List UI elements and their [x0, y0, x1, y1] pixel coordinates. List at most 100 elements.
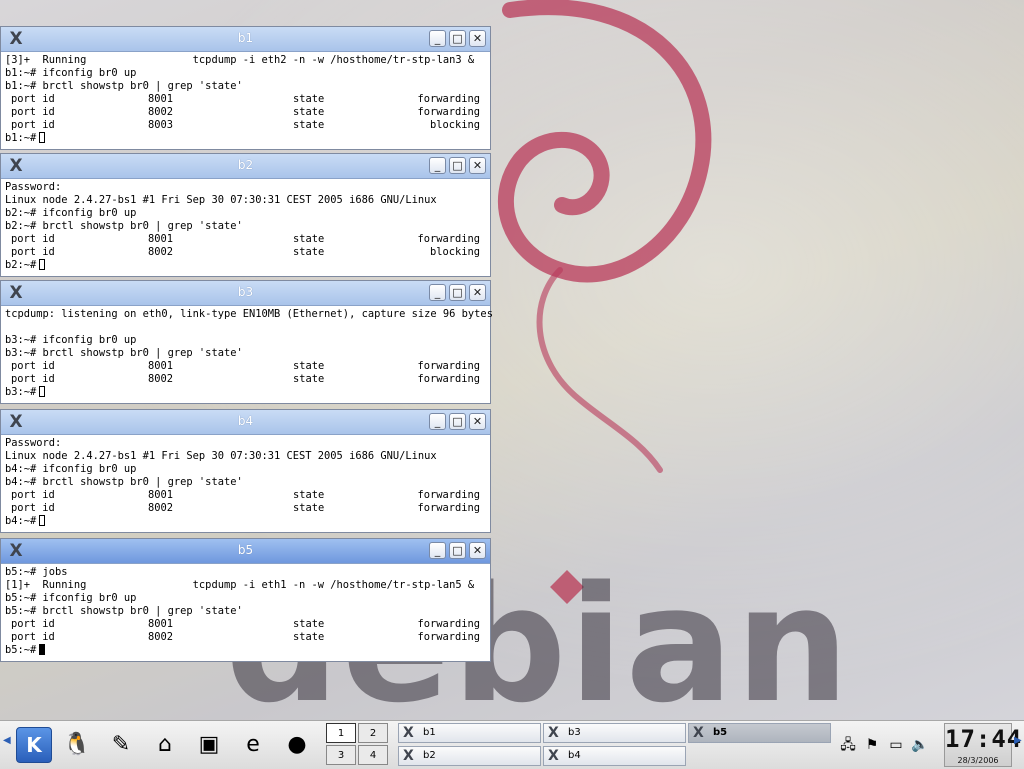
maximize-button[interactable]: □ [449, 284, 466, 301]
terminal-line: b1:~# [5, 132, 486, 145]
terminal-cell: forwarding [417, 631, 480, 643]
terminal-cell: port id [11, 373, 55, 385]
terminal-cell: 8002 [148, 106, 174, 118]
terminal-line: port id 8002 state forwarding [5, 373, 486, 386]
terminal-app-icon: X [548, 748, 559, 764]
taskbar-button-label: b2 [423, 750, 436, 761]
terminal-window-b3[interactable]: Xb3 _ □ ✕ tcpdump: listening on eth0, link-t… [0, 280, 493, 404]
terminal-icon[interactable]: ▣ [192, 727, 226, 761]
display-icon[interactable]: ▭ [886, 736, 906, 754]
terminal-line: b2:~# [5, 259, 486, 272]
terminal-output[interactable]: tcpdump: listening on eth0, link-type EN… [1, 306, 493, 401]
maximize-button[interactable]: □ [449, 157, 466, 174]
terminal-text: b5:~# ifconfig br0 up [5, 592, 137, 604]
pager-desktop-3[interactable]: 3 [326, 745, 356, 765]
terminal-line: b5:~# ifconfig br0 up [5, 592, 486, 605]
terminal-cell: state [293, 489, 325, 501]
terminal-cursor [39, 259, 46, 270]
language-flag-icon[interactable]: ⚑ [862, 736, 882, 754]
terminal-text: Password: [5, 181, 62, 193]
editor-icon[interactable]: ✎ [104, 727, 138, 761]
terminal-window-b4[interactable]: Xb4 _ □ ✕ Password: Linux node 2.4.27-bs1 #1 … [0, 409, 491, 533]
window-titlebar[interactable]: Xb1 _ □ ✕ [1, 27, 490, 52]
terminal-cell: forwarding [417, 618, 480, 630]
terminal-window-b5[interactable]: Xb5 _ □ ✕ b5:~# jobs [1]+ Running tcpdump -i … [0, 538, 491, 662]
pager-desktop-1[interactable]: 1 [326, 723, 356, 743]
window-titlebar[interactable]: Xb3 _ □ ✕ [1, 281, 490, 306]
terminal-output[interactable]: Password: Linux node 2.4.27-bs1 #1 Fri Se… [1, 435, 490, 530]
terminal-cell: forwarding [417, 233, 480, 245]
volume-icon[interactable]: 🔈 [910, 736, 930, 754]
taskbar-button-b3[interactable]: Xb3 [543, 723, 686, 743]
terminal-cell: forwarding [417, 93, 480, 105]
maximize-button[interactable]: □ [449, 413, 466, 430]
terminal-app-icon: X [548, 725, 559, 741]
terminal-cell: port id [11, 246, 55, 258]
clock-time: 17:44 [945, 725, 1023, 753]
pager-desktop-2[interactable]: 2 [358, 723, 388, 743]
minimize-button[interactable]: _ [429, 413, 446, 430]
minimize-button[interactable]: _ [429, 157, 446, 174]
pager-desktop-4[interactable]: 4 [358, 745, 388, 765]
panel-hide-left-arrow-icon[interactable]: ◀ [3, 735, 11, 746]
close-button[interactable]: ✕ [469, 30, 486, 47]
terminal-line: b1:~# ifconfig br0 up [5, 67, 486, 80]
taskbar-button-b5[interactable]: Xb5 [688, 723, 831, 743]
maximize-button[interactable]: □ [449, 30, 466, 47]
taskbar-button-b4[interactable]: Xb4 [543, 746, 686, 766]
terminal-window-b2[interactable]: Xb2 _ □ ✕ Password: Linux node 2.4.27-bs1 #1 … [0, 153, 491, 277]
window-buttons: _ □ ✕ [429, 413, 486, 430]
terminal-line: port id 8001 state forwarding [5, 93, 486, 106]
terminal-text: b2:~# ifconfig br0 up [5, 207, 137, 219]
terminal-output[interactable]: Password: Linux node 2.4.27-bs1 #1 Fri Se… [1, 179, 490, 274]
window-buttons: _ □ ✕ [429, 284, 486, 301]
window-title: b5 [237, 543, 254, 557]
minimize-button[interactable]: _ [429, 284, 446, 301]
close-button[interactable]: ✕ [469, 413, 486, 430]
minimize-button[interactable]: _ [429, 542, 446, 559]
window-titlebar[interactable]: Xb4 _ □ ✕ [1, 410, 490, 435]
terminal-cell: 8002 [148, 631, 174, 643]
window-titlebar[interactable]: Xb2 _ □ ✕ [1, 154, 490, 179]
minimize-button[interactable]: _ [429, 30, 446, 47]
terminal-line: b2:~# brctl showstp br0 | grep 'state' [5, 220, 486, 233]
terminal-window-b1[interactable]: Xb1 _ □ ✕ [3]+ Running tcpdump -i eth2 -n -w… [0, 26, 491, 150]
terminal-cell: state [293, 373, 325, 385]
taskbar-button-b2[interactable]: Xb2 [398, 746, 541, 766]
close-button[interactable]: ✕ [469, 542, 486, 559]
kmenu-icon[interactable]: K [16, 727, 52, 763]
maximize-button[interactable]: □ [449, 542, 466, 559]
terminal-output[interactable]: b5:~# jobs [1]+ Running tcpdump -i eth1 -… [1, 564, 490, 659]
terminal-text: b1:~# [5, 132, 37, 144]
terminal-text: Linux node 2.4.27-bs1 #1 Fri Sep 30 07:3… [5, 194, 437, 206]
terminal-cell: state [293, 106, 325, 118]
terminal-line: port id 8001 state forwarding [5, 360, 486, 373]
emacs-icon[interactable]: e [236, 727, 270, 761]
terminal-line: port id 8002 state forwarding [5, 106, 486, 119]
terminal-cell: port id [11, 631, 55, 643]
close-button[interactable]: ✕ [469, 284, 486, 301]
terminal-cell: port id [11, 502, 55, 514]
terminal-line: b3:~# brctl showstp br0 | grep 'state' [5, 347, 486, 360]
panel-hide-right-arrow-icon[interactable]: ▶ [1014, 735, 1022, 746]
terminal-line: port id 8002 state blocking [5, 246, 486, 259]
close-button[interactable]: ✕ [469, 157, 486, 174]
taskbar-button-b1[interactable]: Xb1 [398, 723, 541, 743]
browser-icon[interactable]: ● [280, 727, 314, 761]
network-icon[interactable]: 🖧 [838, 736, 858, 754]
terminal-app-icon: X [403, 748, 414, 764]
terminal-cell: state [293, 246, 325, 258]
clock-date: 28/3/2006 [957, 756, 999, 765]
window-titlebar[interactable]: Xb5 _ □ ✕ [1, 539, 490, 564]
home-icon[interactable]: ⌂ [148, 727, 182, 761]
window-buttons: _ □ ✕ [429, 542, 486, 559]
terminal-line: b5:~# brctl showstp br0 | grep 'state' [5, 605, 486, 618]
tux-icon[interactable]: 🐧 [60, 727, 94, 761]
terminal-output[interactable]: [3]+ Running tcpdump -i eth2 -n -w /host… [1, 52, 490, 147]
terminal-line: b3:~# [5, 386, 486, 399]
terminal-cursor [39, 644, 46, 655]
terminal-cell: 8002 [148, 246, 174, 258]
terminal-cell: port id [11, 489, 55, 501]
terminal-line: b1:~# brctl showstp br0 | grep 'state' [5, 80, 486, 93]
panel-clock[interactable]: 17:44 28/3/2006 [944, 723, 1023, 767]
